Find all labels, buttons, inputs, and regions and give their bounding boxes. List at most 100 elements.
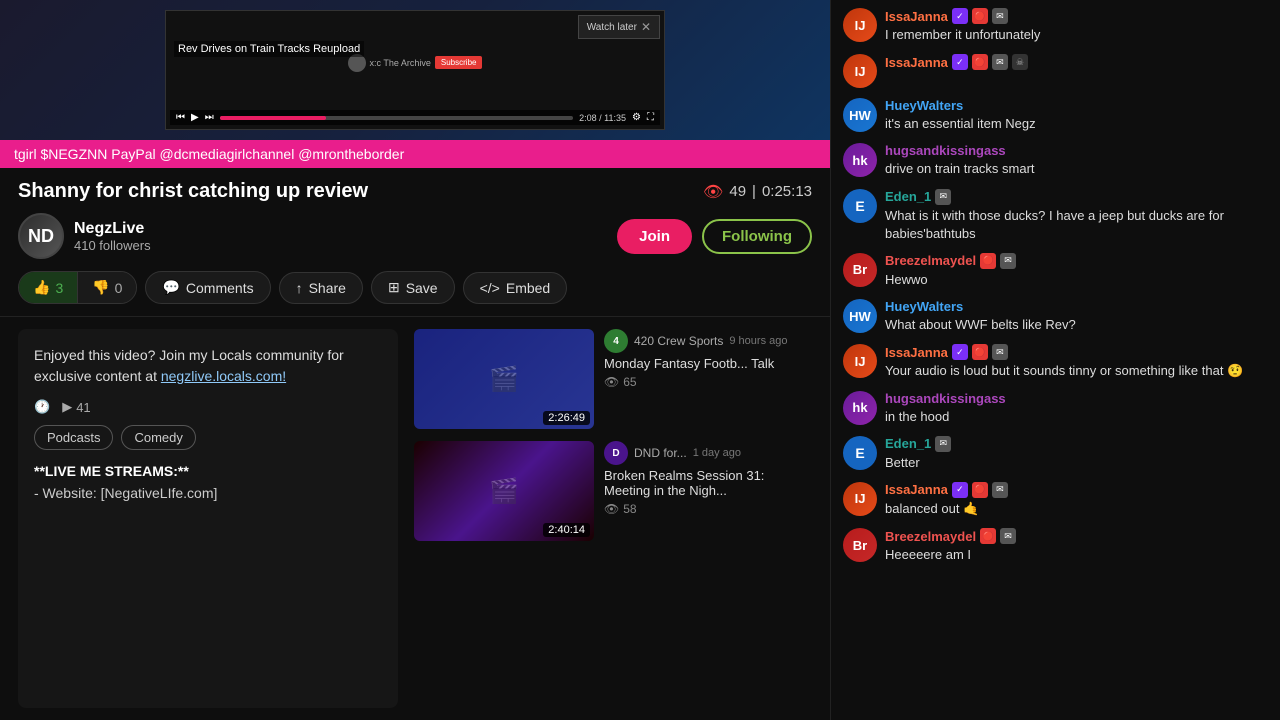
share-button[interactable]: ↑ Share [279,272,363,304]
chat-message: IJ IssaJanna ✓🔴✉ Your audio is loud but … [843,344,1268,380]
watch-later-close-icon[interactable]: ✕ [641,20,651,34]
chat-badge-red: 🔴 [972,344,988,360]
comments-button[interactable]: 💬 Comments [145,271,270,304]
chat-username-row: Eden_1 ✉ [885,436,1268,452]
chat-badge-red: 🔴 [980,528,996,544]
chat-badge-mail: ✉ [1000,253,1016,269]
subscribe-button[interactable]: Subscribe [435,56,483,69]
watch-later-popup: Watch later ✕ [578,15,660,39]
rec-title: Monday Fantasy Footb... Talk [604,356,812,371]
rec-channel-time: 1 day ago [693,447,741,459]
join-button[interactable]: Join [617,219,692,254]
chat-message: E Eden_1 ✉ Better [843,436,1268,472]
chat-badge-red: 🔴 [972,482,988,498]
rec-thumbnail: 🎬 2:26:49 [414,329,594,429]
chat-username: IssaJanna [885,345,948,360]
chat-text: Hewwo [885,271,1268,289]
description-footer: **LIVE ME STREAMS:** - Website: [Negativ… [34,460,382,505]
chat-badge-mail: ✉ [935,436,951,452]
rec-channel-name: DND for... [634,446,687,460]
chat-text: Heeeeere am I [885,546,1268,564]
thumbs-down-icon: 👎 [92,279,109,296]
chat-username-row: IssaJanna ✓🔴✉ [885,8,1268,24]
video-info: Shanny for christ catching up review 👁 4… [0,168,830,317]
chat-message: E Eden_1 ✉ What is it with those ducks? … [843,189,1268,243]
chat-username: hugsandkissingass [885,143,1006,158]
rec-views: 👁 65 [604,375,812,389]
chat-text: What is it with those ducks? I have a je… [885,207,1268,243]
video-title: Shanny for christ catching up review [18,180,691,203]
chat-message: IJ IssaJanna ✓🔴✉ I remember it unfortuna… [843,8,1268,44]
chat-badge-mail: ✉ [992,8,1008,24]
chat-message: Br Breezelmaydel 🔴✉ Hewwo [843,253,1268,289]
chat-text: Better [885,454,1268,472]
chat-username-row: HueyWalters [885,299,1268,314]
content-area: Enjoyed this video? Join my Locals commu… [0,317,830,720]
rec-item[interactable]: 🎬 2:26:49 4 420 Crew Sports 9 hours ago … [414,329,812,429]
chat-username-row: Eden_1 ✉ [885,189,1268,205]
rec-channel-row: 4 420 Crew Sports 9 hours ago [604,329,812,353]
description-meta: 🕐 ▶ 41 [34,399,382,415]
fullscreen-icon[interactable]: ⛶ [647,112,654,123]
chat-username: HueyWalters [885,299,963,314]
channel-name: NegzLive [74,220,607,238]
channel-followers: 410 followers [74,238,607,253]
chat-badge-purple: ✓ [952,344,968,360]
watch-later-label: Watch later [587,22,637,33]
rec-info: D DND for... 1 day ago Broken Realms Ses… [604,441,812,541]
view-count-area: 👁 49 | 0:25:13 [703,182,812,202]
tag-comedy[interactable]: Comedy [121,425,195,450]
like-count: 3 [55,280,63,296]
dislike-count: 0 [115,280,123,296]
video-player[interactable]: Rev Drives on Train Tracks Reupload Watc… [0,0,830,140]
chat-text: What about WWF belts like Rev? [885,316,1268,334]
prev-button[interactable]: ⏮ [176,112,185,123]
chat-username-row: hugsandkissingass [885,143,1268,158]
ticker-text: tgirl $NEGZNN PayPal @dcmediagirlchannel… [14,146,404,162]
video-overlay-title: Rev Drives on Train Tracks Reupload [174,41,364,57]
progress-bar[interactable] [220,116,573,120]
chat-badge-purple: ✓ [952,8,968,24]
next-button[interactable]: ⏭ [205,112,214,123]
chat-text: I remember it unfortunately [885,26,1268,44]
embed-button[interactable]: </> Embed [463,272,568,304]
recommended-list: 🎬 2:26:49 4 420 Crew Sports 9 hours ago … [414,329,812,708]
locals-link[interactable]: negzlive.locals.com! [161,368,286,384]
chat-badge-red: 🔴 [972,54,988,70]
rec-views: 👁 58 [604,502,812,516]
chat-content: HueyWalters What about WWF belts like Re… [885,299,1268,334]
chat-username-row: Breezelmaydel 🔴✉ [885,528,1268,544]
save-label: Save [406,280,438,296]
like-button[interactable]: 👍 3 [19,272,78,303]
chat-username-row: IssaJanna ✓🔴✉ [885,482,1268,498]
chat-username-row: IssaJanna ✓🔴✉ [885,344,1268,360]
sub-channel-label: x:c The Archive [370,58,431,68]
chat-badge-mail: ✉ [935,189,951,205]
chat-username-row: hugsandkissingass [885,391,1268,406]
chat-avatar: IJ [843,482,877,516]
chat-content: Breezelmaydel 🔴✉ Heeeeere am I [885,528,1268,564]
play-button[interactable]: ▶ [191,112,199,123]
save-button[interactable]: ⊞ Save [371,271,455,304]
save-icon: ⊞ [388,279,400,296]
chat-username-row: IssaJanna ✓🔴✉☠ [885,54,1268,70]
settings-icon[interactable]: ⚙ [632,112,641,123]
clock-icon: 🕐 [34,399,50,415]
comments-icon: 💬 [162,279,179,296]
dislike-button[interactable]: 👎 0 [78,272,136,303]
play-count: ▶ 41 [62,399,90,415]
rec-item[interactable]: 🎬 2:40:14 D DND for... 1 day ago Broken … [414,441,812,541]
chat-message: IJ IssaJanna ✓🔴✉ balanced out 🤙 [843,482,1268,518]
like-dislike-group: 👍 3 👎 0 [18,271,137,304]
chat-username: IssaJanna [885,9,948,24]
chat-text: balanced out 🤙 [885,500,1268,518]
chat-avatar: Br [843,253,877,287]
following-button[interactable]: Following [702,219,812,254]
tags-row: Podcasts Comedy [34,425,382,450]
chat-message: Br Breezelmaydel 🔴✉ Heeeeere am I [843,528,1268,564]
chat-content: hugsandkissingass drive on train tracks … [885,143,1268,178]
tag-podcasts[interactable]: Podcasts [34,425,113,450]
chat-content: Breezelmaydel 🔴✉ Hewwo [885,253,1268,289]
view-count: 49 [729,183,746,200]
footer-line: - Website: [NegativeLIfe.com] [34,485,217,501]
